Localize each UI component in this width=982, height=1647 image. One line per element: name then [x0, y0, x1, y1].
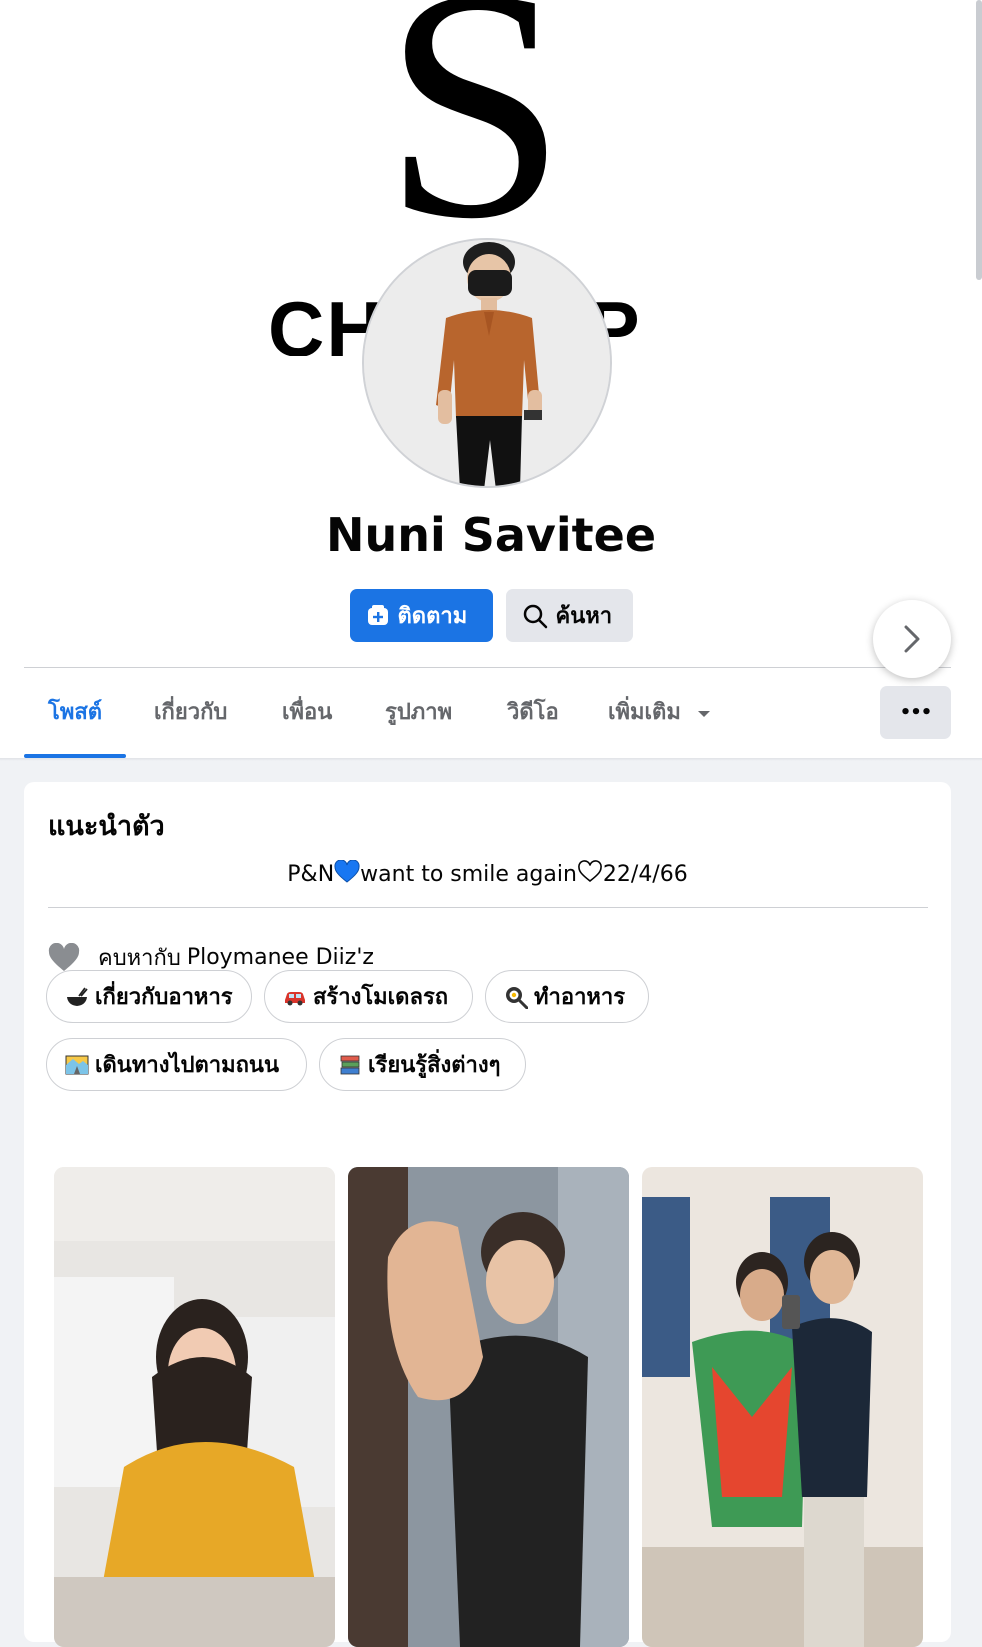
- search-button[interactable]: ค้นหา: [505, 589, 633, 642]
- tabs-shadow: [0, 758, 982, 761]
- hobby-label: ทำอาหาร: [534, 985, 626, 1010]
- tab-posts[interactable]: โพสต์: [23, 668, 127, 758]
- bio-part-1: P&N: [287, 862, 335, 887]
- heart-outline-icon: [578, 860, 602, 883]
- search-icon: [523, 604, 547, 628]
- chevron-right-icon: [904, 625, 920, 653]
- tab-friends[interactable]: เพื่อน: [282, 668, 332, 758]
- cover-letter: S: [383, 0, 567, 287]
- books-icon: [340, 1055, 360, 1074]
- search-button-label: ค้นหา: [555, 604, 613, 629]
- hobby-chip-car-models[interactable]: สร้างโมเดลรถ: [264, 970, 473, 1023]
- blue-heart-icon: [334, 859, 360, 883]
- featured-photo-image: [642, 1167, 923, 1647]
- tab-videos[interactable]: วิดีโอ: [507, 668, 559, 758]
- intro-card: แนะนำตัว P&N want to smile again 22/4/66…: [24, 782, 951, 1647]
- avatar-person-image: [364, 240, 610, 486]
- tab-about[interactable]: เกี่ยวกับ: [154, 668, 227, 758]
- hobby-chip-cooking[interactable]: ทำอาหาร: [485, 970, 649, 1023]
- intro-title: แนะนำตัว: [48, 811, 165, 842]
- featured-photo-2[interactable]: [348, 1167, 629, 1647]
- ellipsis-icon: •••: [899, 702, 933, 723]
- profile-tabs: โพสต์ เกี่ยวกับ เพื่อน รูปภาพ วิดีโอ เพิ…: [23, 668, 951, 758]
- hobby-label: เกี่ยวกับอาหาร: [95, 985, 233, 1010]
- profile-actions: ติดตาม ค้นหา: [0, 589, 982, 642]
- bio-text: P&N want to smile again 22/4/66: [24, 859, 951, 887]
- tab-more[interactable]: เพิ่มเติม: [608, 668, 711, 758]
- featured-photo-3[interactable]: [642, 1167, 923, 1647]
- profile-name: Nuni Savitee: [325, 508, 657, 562]
- hobby-chip-food[interactable]: เกี่ยวกับอาหาร: [46, 970, 252, 1023]
- tab-more-label: เพิ่มเติม: [608, 700, 681, 725]
- caret-down-icon: [697, 711, 710, 717]
- featured-photo-image: [348, 1167, 629, 1647]
- more-options-button[interactable]: •••: [880, 686, 951, 739]
- scrollbar[interactable]: [976, 0, 982, 280]
- featured-photo-image: [54, 1167, 335, 1647]
- hobby-chip-learning[interactable]: เรียนรู้สิ่งต่างๆ: [319, 1038, 526, 1091]
- bio-part-3: 22/4/66: [602, 862, 688, 887]
- relationship-partner-link[interactable]: Ploymanee Diiz'z: [187, 945, 374, 970]
- road-trip-icon: [65, 1055, 89, 1074]
- follow-button[interactable]: ติดตาม: [349, 589, 493, 642]
- tab-photos[interactable]: รูปภาพ: [385, 668, 452, 758]
- follow-button-label: ติดตาม: [397, 604, 468, 629]
- car-icon: [285, 991, 305, 1005]
- featured-photo-1[interactable]: [54, 1167, 335, 1647]
- hobby-label: สร้างโมเดลรถ: [313, 985, 449, 1010]
- food-bowl-icon: [67, 986, 88, 1006]
- follow-icon: [367, 604, 388, 625]
- intro-divider: [48, 907, 928, 908]
- frying-pan-icon: [506, 986, 528, 1009]
- profile-avatar[interactable]: [362, 238, 612, 488]
- next-photos-button[interactable]: [873, 600, 951, 678]
- hobby-label: เรียนรู้สิ่งต่างๆ: [368, 1053, 501, 1078]
- hobby-chip-road-trip[interactable]: เดินทางไปตามถนน: [46, 1038, 307, 1091]
- featured-photos: [54, 1167, 924, 1647]
- heart-icon: [48, 942, 80, 971]
- hobby-label: เดินทางไปตามถนน: [95, 1053, 280, 1078]
- bio-part-2: want to smile again: [360, 862, 577, 887]
